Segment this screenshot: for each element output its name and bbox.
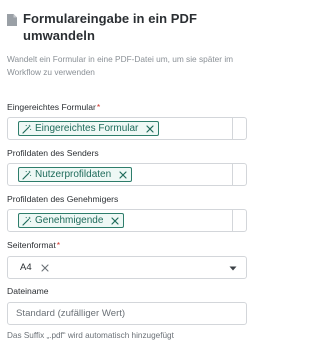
magic-wand-icon	[22, 170, 32, 180]
submitted-form-label-text: Eingereichtes Formular	[7, 102, 96, 112]
variable-chip-submitted-form[interactable]: Eingereichtes Formular	[18, 121, 160, 136]
selected-value-chip: A4	[20, 261, 49, 274]
submitted-form-field[interactable]: Eingereichtes Formular	[7, 117, 247, 140]
field-divider	[232, 164, 233, 185]
panel-description: Wandelt ein Formular in eine PDF-Datei u…	[7, 54, 234, 77]
magic-wand-icon	[22, 124, 32, 134]
sender-profile-field[interactable]: Nutzerprofildaten	[7, 163, 247, 186]
file-name-input[interactable]	[7, 302, 247, 325]
required-marker: *	[56, 240, 61, 250]
chip-label: Eingereichtes Formular	[35, 123, 139, 134]
close-icon[interactable]	[146, 124, 154, 133]
approver-profile-label: Profildaten des Genehmigers	[7, 194, 119, 204]
magic-wand-icon	[22, 216, 32, 226]
close-icon[interactable]	[119, 170, 127, 179]
submitted-form-label: Eingereichtes Formular*	[7, 102, 100, 113]
file-name-label: Dateiname	[7, 286, 49, 296]
required-marker: *	[96, 102, 101, 112]
page-format-label-text: Seitenformat	[7, 240, 56, 250]
page-format-select[interactable]: A4	[7, 256, 247, 279]
document-icon	[7, 14, 17, 26]
close-icon[interactable]	[41, 263, 49, 272]
chip-label: Genehmigende	[35, 215, 104, 226]
selected-value: A4	[20, 262, 32, 273]
chevron-down-icon[interactable]	[229, 266, 237, 271]
chip-label: Nutzerprofildaten	[35, 169, 112, 180]
variable-chip-sender-profile[interactable]: Nutzerprofildaten	[18, 167, 133, 182]
convert-form-to-pdf-panel: Formulareingabe in ein PDF umwandeln Wan…	[0, 0, 255, 353]
panel-title: Formulareingabe in ein PDF umwandeln	[23, 11, 197, 43]
field-divider	[232, 210, 233, 231]
field-divider	[232, 118, 233, 139]
close-icon[interactable]	[111, 216, 119, 225]
file-name-hint: Das Suffix „.pdf“ wird automatisch hinzu…	[7, 331, 174, 340]
variable-chip-approver-profile[interactable]: Genehmigende	[18, 213, 125, 228]
page-format-label: Seitenformat*	[7, 240, 60, 251]
sender-profile-label: Profildaten des Senders	[7, 148, 99, 158]
approver-profile-field[interactable]: Genehmigende	[7, 209, 247, 232]
